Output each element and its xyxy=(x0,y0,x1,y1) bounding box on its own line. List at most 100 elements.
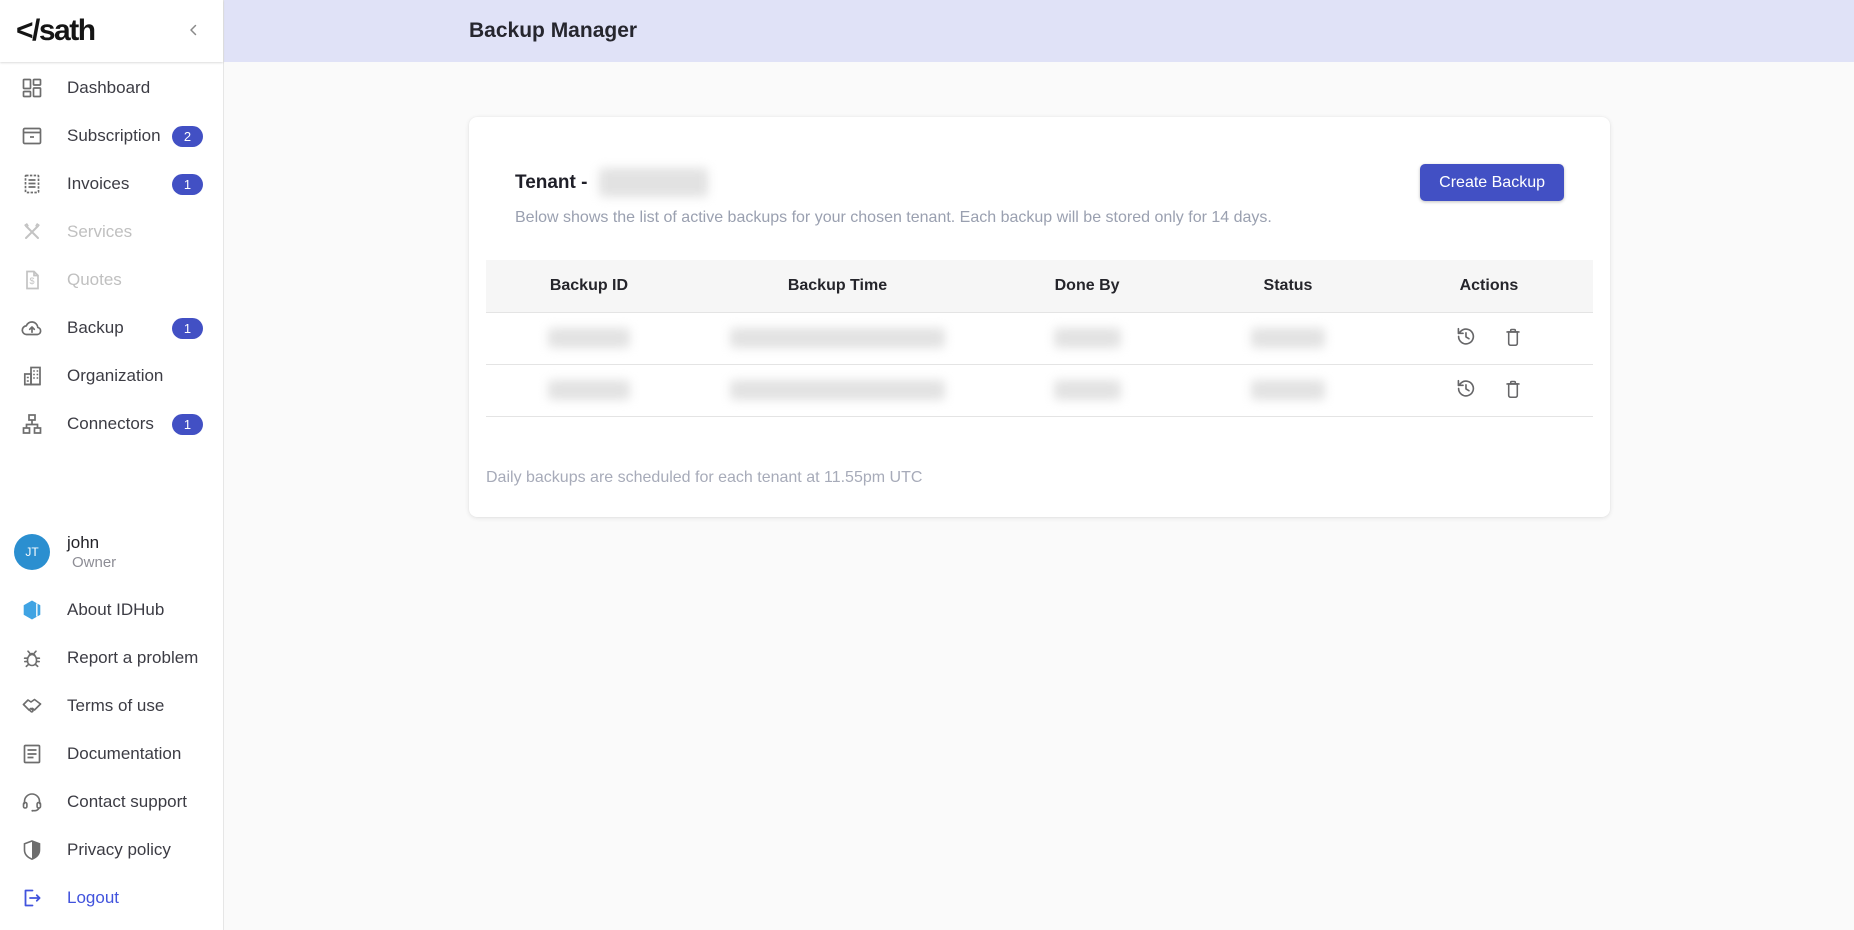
idhub-hexagon-icon xyxy=(20,598,44,622)
sidebar-item-label: Report a problem xyxy=(67,648,199,667)
table-row xyxy=(486,364,1593,417)
sidebar-item-invoices[interactable]: Invoices 1 xyxy=(0,160,223,208)
table-header: Backup ID Backup Time Done By Status Act… xyxy=(486,260,1593,313)
bug-icon xyxy=(20,646,44,670)
card-header: Tenant - Create Backup xyxy=(486,164,1593,201)
backup-id-cell xyxy=(486,312,692,365)
sidebar-nav: Dashboard Subscription 2 Invoices 1 Serv… xyxy=(0,62,223,448)
svg-text:$: $ xyxy=(29,276,34,286)
sidebar-item-label: Connectors xyxy=(67,414,154,433)
sidebar-item-report-problem[interactable]: Report a problem xyxy=(0,634,223,682)
redacted-value xyxy=(1053,380,1121,400)
tenant-name-redacted xyxy=(599,168,709,197)
redacted-value xyxy=(1053,328,1121,348)
redacted-value xyxy=(729,380,945,400)
table-row xyxy=(486,312,1593,365)
backup-table: Backup ID Backup Time Done By Status Act… xyxy=(486,260,1593,417)
sidebar-item-label: Invoices xyxy=(67,174,130,193)
redacted-value xyxy=(547,380,630,400)
sidebar-item-privacy-policy[interactable]: Privacy policy xyxy=(0,826,223,874)
card-description: Below shows the list of active backups f… xyxy=(515,209,1272,226)
subscription-badge: 2 xyxy=(172,125,203,147)
tenant-line: Tenant - xyxy=(515,168,709,197)
logout-icon xyxy=(20,886,44,910)
sath-logo: </sath xyxy=(16,14,96,47)
delete-icon xyxy=(1502,378,1524,403)
redacted-value xyxy=(1251,380,1325,400)
column-header-status: Status xyxy=(1191,260,1385,313)
done-by-cell xyxy=(983,312,1192,365)
status-cell xyxy=(1191,364,1385,417)
redacted-value xyxy=(729,328,945,348)
restore-icon xyxy=(1454,377,1477,403)
column-header-done-by: Done By xyxy=(983,260,1192,313)
sidebar-item-label: Services xyxy=(67,222,133,241)
delete-backup-button[interactable] xyxy=(1502,378,1524,403)
sidebar-collapse-button[interactable] xyxy=(185,21,203,42)
backup-time-cell xyxy=(691,312,984,365)
table-header-row: Backup ID Backup Time Done By Status Act… xyxy=(486,260,1593,313)
actions-cell xyxy=(1384,364,1593,417)
sidebar-item-label: About IDHub xyxy=(67,600,165,619)
backup-card: Tenant - Create Backup Below shows the l… xyxy=(469,117,1610,517)
sidebar: </sath Dashboard Subscription 2 Invoices xyxy=(0,0,224,930)
main-area: Backup Manager Tenant - Create Backup Be… xyxy=(224,0,1854,930)
document-icon xyxy=(20,742,44,766)
user-text: john Owner xyxy=(67,533,116,572)
restore-backup-button[interactable] xyxy=(1454,377,1477,403)
backup-badge: 1 xyxy=(172,317,203,339)
sidebar-header: </sath xyxy=(0,0,223,62)
quotes-icon: $ xyxy=(20,268,44,292)
sidebar-item-services: Services xyxy=(0,208,223,256)
column-header-backup-time: Backup Time xyxy=(691,260,984,313)
headset-icon xyxy=(20,790,44,814)
sidebar-item-about-idhub[interactable]: About IDHub xyxy=(0,586,223,634)
sidebar-item-backup[interactable]: Backup 1 xyxy=(0,304,223,352)
column-header-actions: Actions xyxy=(1384,260,1593,313)
shield-icon xyxy=(20,838,44,862)
user-name: john xyxy=(67,532,100,552)
sidebar-item-label: Organization xyxy=(67,366,164,385)
chevron-left-icon xyxy=(185,21,203,42)
sidebar-item-contact-support[interactable]: Contact support xyxy=(0,778,223,826)
delete-backup-button[interactable] xyxy=(1502,326,1524,351)
sidebar-footer-nav: About IDHub Report a problem Terms of us… xyxy=(0,586,223,922)
sidebar-item-organization[interactable]: Organization xyxy=(0,352,223,400)
sidebar-item-label: Backup xyxy=(67,318,124,337)
tenant-label: Tenant - xyxy=(515,171,588,193)
invoices-badge: 1 xyxy=(172,173,203,195)
done-by-cell xyxy=(983,364,1192,417)
redacted-value xyxy=(547,328,630,348)
user-profile[interactable]: JT john Owner xyxy=(0,530,223,574)
redacted-value xyxy=(1251,328,1325,348)
sidebar-item-label: Logout xyxy=(67,888,119,907)
page-title: Backup Manager xyxy=(469,19,638,42)
avatar: JT xyxy=(14,534,50,570)
restore-backup-button[interactable] xyxy=(1454,325,1477,351)
user-role: Owner xyxy=(72,553,117,571)
sidebar-item-subscription[interactable]: Subscription 2 xyxy=(0,112,223,160)
connectors-badge: 1 xyxy=(172,413,203,435)
backup-time-cell xyxy=(691,364,984,417)
backup-id-cell xyxy=(486,364,692,417)
delete-icon xyxy=(1502,326,1524,351)
invoices-icon xyxy=(20,172,44,196)
content: Tenant - Create Backup Below shows the l… xyxy=(224,62,1854,930)
sidebar-item-label: Terms of use xyxy=(67,696,165,715)
sidebar-item-label: Quotes xyxy=(67,270,122,289)
sidebar-item-terms[interactable]: Terms of use xyxy=(0,682,223,730)
sidebar-item-dashboard[interactable]: Dashboard xyxy=(0,64,223,112)
status-cell xyxy=(1191,312,1385,365)
backup-icon xyxy=(20,316,44,340)
sidebar-item-logout[interactable]: Logout xyxy=(0,874,223,922)
sidebar-item-documentation[interactable]: Documentation xyxy=(0,730,223,778)
actions-cell xyxy=(1384,312,1593,365)
sidebar-item-quotes: $ Quotes xyxy=(0,256,223,304)
create-backup-button[interactable]: Create Backup xyxy=(1420,164,1564,201)
organization-icon xyxy=(20,364,44,388)
sidebar-item-label: Documentation xyxy=(67,744,182,763)
restore-icon xyxy=(1454,325,1477,351)
dashboard-icon xyxy=(20,76,44,100)
subscription-icon xyxy=(20,124,44,148)
sidebar-item-connectors[interactable]: Connectors 1 xyxy=(0,400,223,448)
